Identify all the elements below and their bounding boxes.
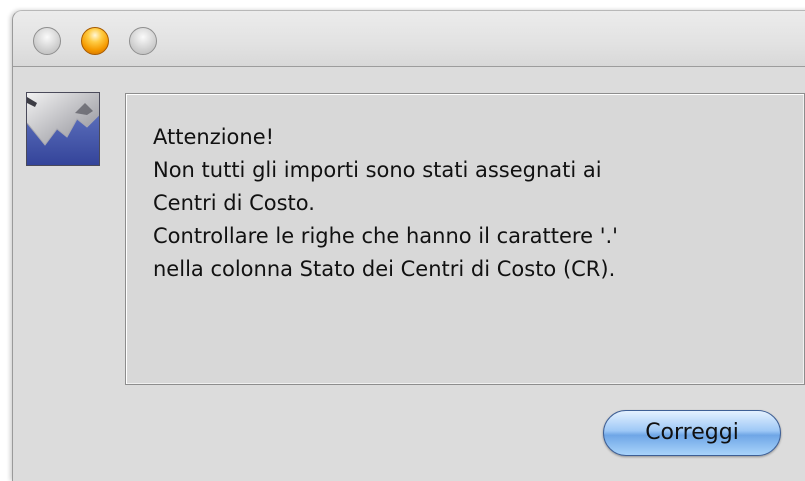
message-panel: Attenzione! Non tutti gli importi sono s… bbox=[125, 93, 805, 385]
correggi-button[interactable]: Correggi bbox=[603, 410, 781, 456]
close-icon[interactable] bbox=[33, 27, 61, 55]
message-line: nella colonna Stato dei Centri di Costo … bbox=[153, 257, 616, 281]
message-line: Non tutti gli importi sono stati assegna… bbox=[153, 158, 602, 182]
zoom-icon[interactable] bbox=[129, 27, 157, 55]
message-line: Attenzione! bbox=[153, 125, 275, 149]
warning-message: Attenzione! Non tutti gli importi sono s… bbox=[153, 121, 793, 286]
title-bar[interactable] bbox=[13, 11, 805, 67]
dialog-window: Attenzione! Non tutti gli importi sono s… bbox=[12, 10, 805, 481]
java-application-icon bbox=[26, 92, 100, 166]
message-line: Controllare le righe che hanno il caratt… bbox=[153, 224, 618, 248]
minimize-icon[interactable] bbox=[81, 27, 109, 55]
message-line: Centri di Costo. bbox=[153, 191, 315, 215]
